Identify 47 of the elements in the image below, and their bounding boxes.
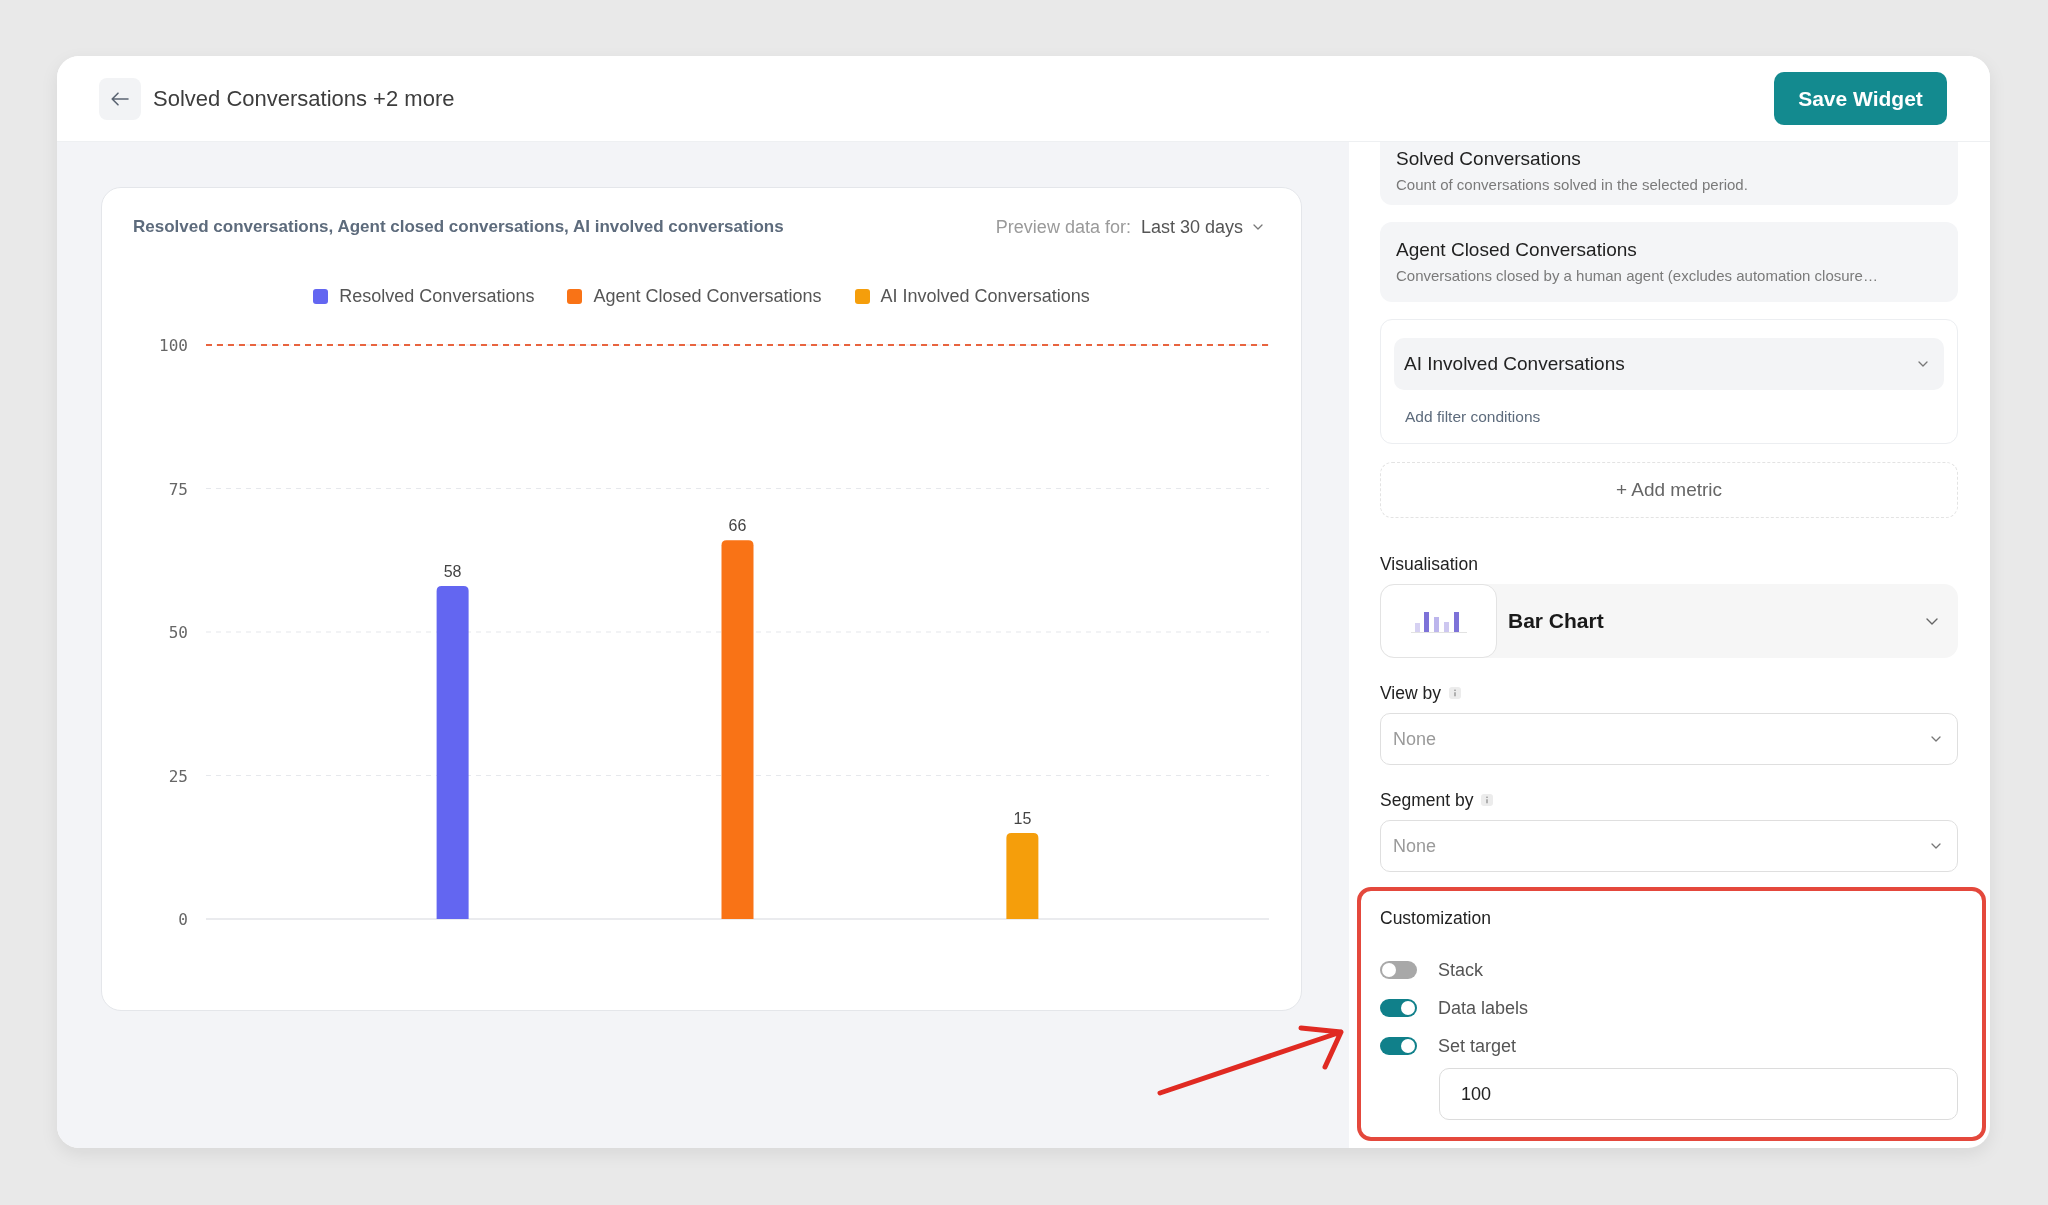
metric-card[interactable]: Agent Closed Conversations Conversations closed by a human agent (excludes automation closure…: [1380, 222, 1958, 302]
metric-select[interactable]: AI Involved Conversations: [1394, 338, 1944, 390]
info-icon: [1481, 794, 1494, 806]
data-label: 58: [443, 563, 462, 581]
chart-type-select[interactable]: Bar Chart: [1380, 584, 1958, 658]
toggle-switch[interactable]: [1380, 961, 1417, 979]
data-label: 66: [728, 517, 747, 535]
chevron-down-icon: [1926, 617, 1938, 625]
chevron-down-icon: [1931, 736, 1941, 742]
target-input[interactable]: 100: [1439, 1068, 1958, 1120]
axis-label: 25: [168, 766, 188, 786]
legend-label: Resolved Conversations: [339, 285, 535, 307]
metric-description: Conversations closed by a human agent (excludes automation closure…: [1396, 266, 1879, 286]
axis-label: 0: [178, 910, 188, 929]
section-label: View by: [1380, 683, 1441, 703]
legend-label: AI Involved Conversations: [880, 285, 1090, 307]
date-range-dropdown[interactable]: Last 30 days: [1140, 216, 1263, 238]
metric-description: Count of conversations solved in the selected period.: [1396, 175, 1749, 195]
toggle-switch[interactable]: [1380, 1037, 1417, 1055]
arrow-left-icon: [111, 91, 129, 106]
back-button[interactable]: [99, 77, 141, 120]
data-label: 15: [1013, 809, 1032, 827]
metric-name: Agent Closed Conversations: [1396, 238, 1638, 262]
section-label: Segment by: [1380, 790, 1474, 810]
section-label: Visualisation: [1380, 554, 1478, 574]
toggle-switch[interactable]: [1380, 999, 1417, 1017]
chart-title: Resolved conversations, Agent closed conversations, AI involved conversations: [133, 216, 784, 238]
axis-label: 50: [168, 623, 188, 642]
preview-label: Preview data for:: [995, 216, 1131, 238]
metric-name: Solved Conversations: [1396, 147, 1582, 171]
axis-label: 75: [168, 479, 188, 499]
bar-chart-icon: [1410, 609, 1467, 633]
add-filter-link[interactable]: Add filter conditions: [1405, 407, 1541, 427]
legend-label: Agent Closed Conversations: [593, 285, 822, 307]
toggle-label: Stack: [1438, 959, 1484, 981]
axis-label: 100: [159, 336, 188, 355]
chevron-down-icon: [1253, 224, 1263, 230]
toggle-label: Set target: [1438, 1035, 1517, 1057]
info-icon: [1448, 687, 1461, 699]
add-metric-button[interactable]: + Add metric: [1380, 462, 1958, 518]
page-title: Solved Conversations +2 more: [153, 85, 455, 112]
save-widget-button[interactable]: Save Widget: [1774, 72, 1947, 125]
chevron-down-icon: [1918, 361, 1928, 367]
section-label: Customization: [1380, 908, 1491, 928]
metric-card[interactable]: Solved Conversations Count of conversations solved in the selected period.: [1380, 141, 1958, 205]
chevron-down-icon: [1931, 843, 1941, 849]
toggle-label: Data labels: [1438, 997, 1529, 1019]
